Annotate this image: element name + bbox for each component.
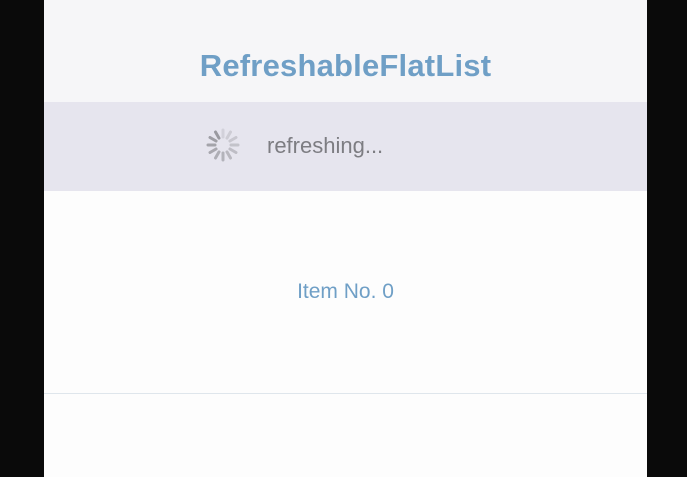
navigation-bar: RefreshableFlatList [44, 0, 647, 102]
list-item[interactable]: Item No. 0 [44, 191, 647, 393]
spinner-spoke [208, 136, 218, 143]
spinner-spoke [214, 150, 221, 160]
list-item-label: Item No. 0 [297, 280, 394, 303]
spinner-spoke [214, 130, 221, 140]
app-screen: RefreshableFlatList refreshing... Item N… [44, 0, 647, 477]
spinner-spoke [225, 130, 232, 140]
refresh-status-text: refreshing... [267, 133, 384, 158]
spinner-spoke [225, 150, 232, 160]
list-empty-area [44, 394, 647, 477]
spinner-spoke [228, 147, 238, 154]
spinner-spoke [228, 136, 238, 143]
page-title: RefreshableFlatList [199, 48, 492, 83]
spinner-spoke [208, 147, 218, 154]
activity-spinner-icon [206, 128, 240, 162]
